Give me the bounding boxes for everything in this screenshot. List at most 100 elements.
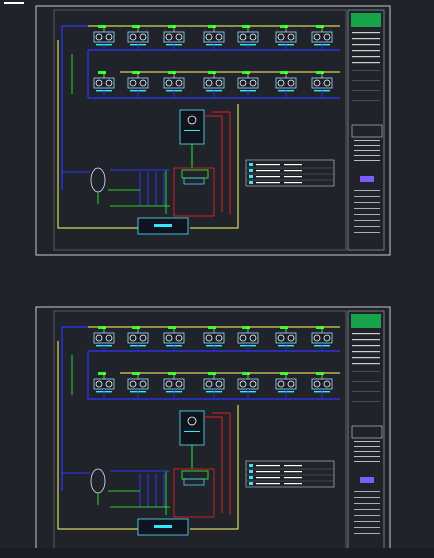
chiller-nameplate: [154, 224, 172, 227]
fcu-body: [203, 77, 225, 89]
title-text-line: [354, 232, 380, 233]
cooling-tower-body: [179, 410, 205, 446]
title-text-line: [354, 446, 380, 447]
approval-box: [351, 124, 383, 138]
valve-icon: [168, 25, 176, 28]
fcu-body: [163, 77, 185, 89]
fcu-body: [275, 77, 297, 89]
valve-icon: [208, 71, 216, 74]
title-text-line: [352, 38, 380, 40]
legend-text: [284, 483, 302, 485]
chiller-nameplate: [154, 525, 172, 528]
valve-icon: [132, 372, 140, 375]
title-text-line: [354, 441, 380, 442]
fcu-body: [311, 77, 333, 89]
fcu-body: [93, 378, 115, 390]
title-text-line: [352, 363, 380, 365]
title-block: [347, 9, 385, 251]
title-text-line: [354, 190, 380, 191]
legend-text: [284, 182, 302, 184]
title-divider: [352, 371, 380, 372]
return-main: [57, 341, 140, 530]
valve-icon: [316, 71, 324, 74]
valve-icon: [208, 25, 216, 28]
title-text-line: [354, 208, 380, 209]
title-text-line: [354, 451, 380, 452]
legend-text: [256, 483, 280, 485]
filter-icon: [183, 478, 205, 486]
valve-icon: [242, 25, 250, 28]
valve-icon: [280, 372, 288, 375]
legend-swatch: [249, 169, 253, 172]
sheet-frame: [35, 5, 391, 256]
title-text-line: [354, 527, 380, 528]
valve-icon: [242, 372, 250, 375]
title-text-line: [354, 456, 380, 457]
title-text-line: [352, 339, 380, 341]
title-text-line: [354, 155, 380, 156]
legend-text: [284, 164, 302, 166]
pump-group: [165, 167, 215, 217]
cooling-tower-label: [184, 130, 200, 131]
fcu-body: [163, 378, 185, 390]
title-text-line: [354, 515, 380, 516]
title-text-line: [354, 202, 380, 203]
fcu-body: [127, 332, 149, 344]
legend-swatch: [249, 482, 253, 485]
supply-riser: [61, 25, 88, 190]
legend-text: [256, 182, 280, 184]
title-text-line: [354, 220, 380, 221]
title-text-line: [352, 345, 380, 347]
valve-icon: [98, 326, 106, 329]
supply-riser: [61, 326, 88, 491]
legend-text: [284, 465, 302, 467]
title-divider: [352, 401, 380, 402]
valve-icon: [208, 326, 216, 329]
legend-table: [245, 460, 335, 488]
cooling-tower-icon: [179, 410, 205, 446]
legend-text: [256, 465, 280, 467]
company-logo: [351, 13, 381, 27]
legend-text: [256, 477, 280, 479]
title-divider: [352, 381, 380, 382]
valve-icon: [242, 326, 250, 329]
valve-icon: [316, 25, 324, 28]
legend-swatch: [249, 175, 253, 178]
expansion-tank-body: [90, 468, 106, 494]
cooling-tower-icon: [179, 109, 205, 145]
filter-icon: [183, 177, 205, 185]
return-main: [57, 40, 140, 229]
approval-box: [351, 425, 383, 439]
expansion-tank-icon: [90, 468, 106, 505]
title-text-line: [354, 140, 380, 141]
condenser-supply: [212, 412, 231, 515]
fcu-body: [275, 332, 297, 344]
condenser-supply: [212, 111, 231, 214]
legend-swatch: [249, 470, 253, 473]
title-text-line: [354, 145, 380, 146]
valve-icon: [132, 326, 140, 329]
title-text-line: [352, 62, 380, 64]
title-text-line: [352, 32, 380, 34]
company-logo: [351, 314, 381, 328]
drawing-sheet: [35, 5, 391, 256]
title-text-line: [354, 503, 380, 504]
title-text-line: [354, 509, 380, 510]
fcu-body: [93, 77, 115, 89]
pump-icon: [181, 169, 209, 179]
cad-viewport[interactable]: [0, 0, 434, 558]
valve-icon: [132, 25, 140, 28]
expansion-tank-icon: [90, 167, 106, 204]
title-divider: [352, 90, 380, 91]
valve-icon: [280, 326, 288, 329]
title-text-line: [354, 521, 380, 522]
fcu-body: [237, 77, 259, 89]
legend-table: [245, 159, 335, 187]
valve-icon: [316, 326, 324, 329]
drawing-sheet: [35, 306, 391, 557]
fcu-body: [127, 378, 149, 390]
valve-icon: [316, 372, 324, 375]
title-text-line: [352, 56, 380, 58]
title-text-line: [354, 160, 380, 161]
title-divider: [352, 80, 380, 81]
